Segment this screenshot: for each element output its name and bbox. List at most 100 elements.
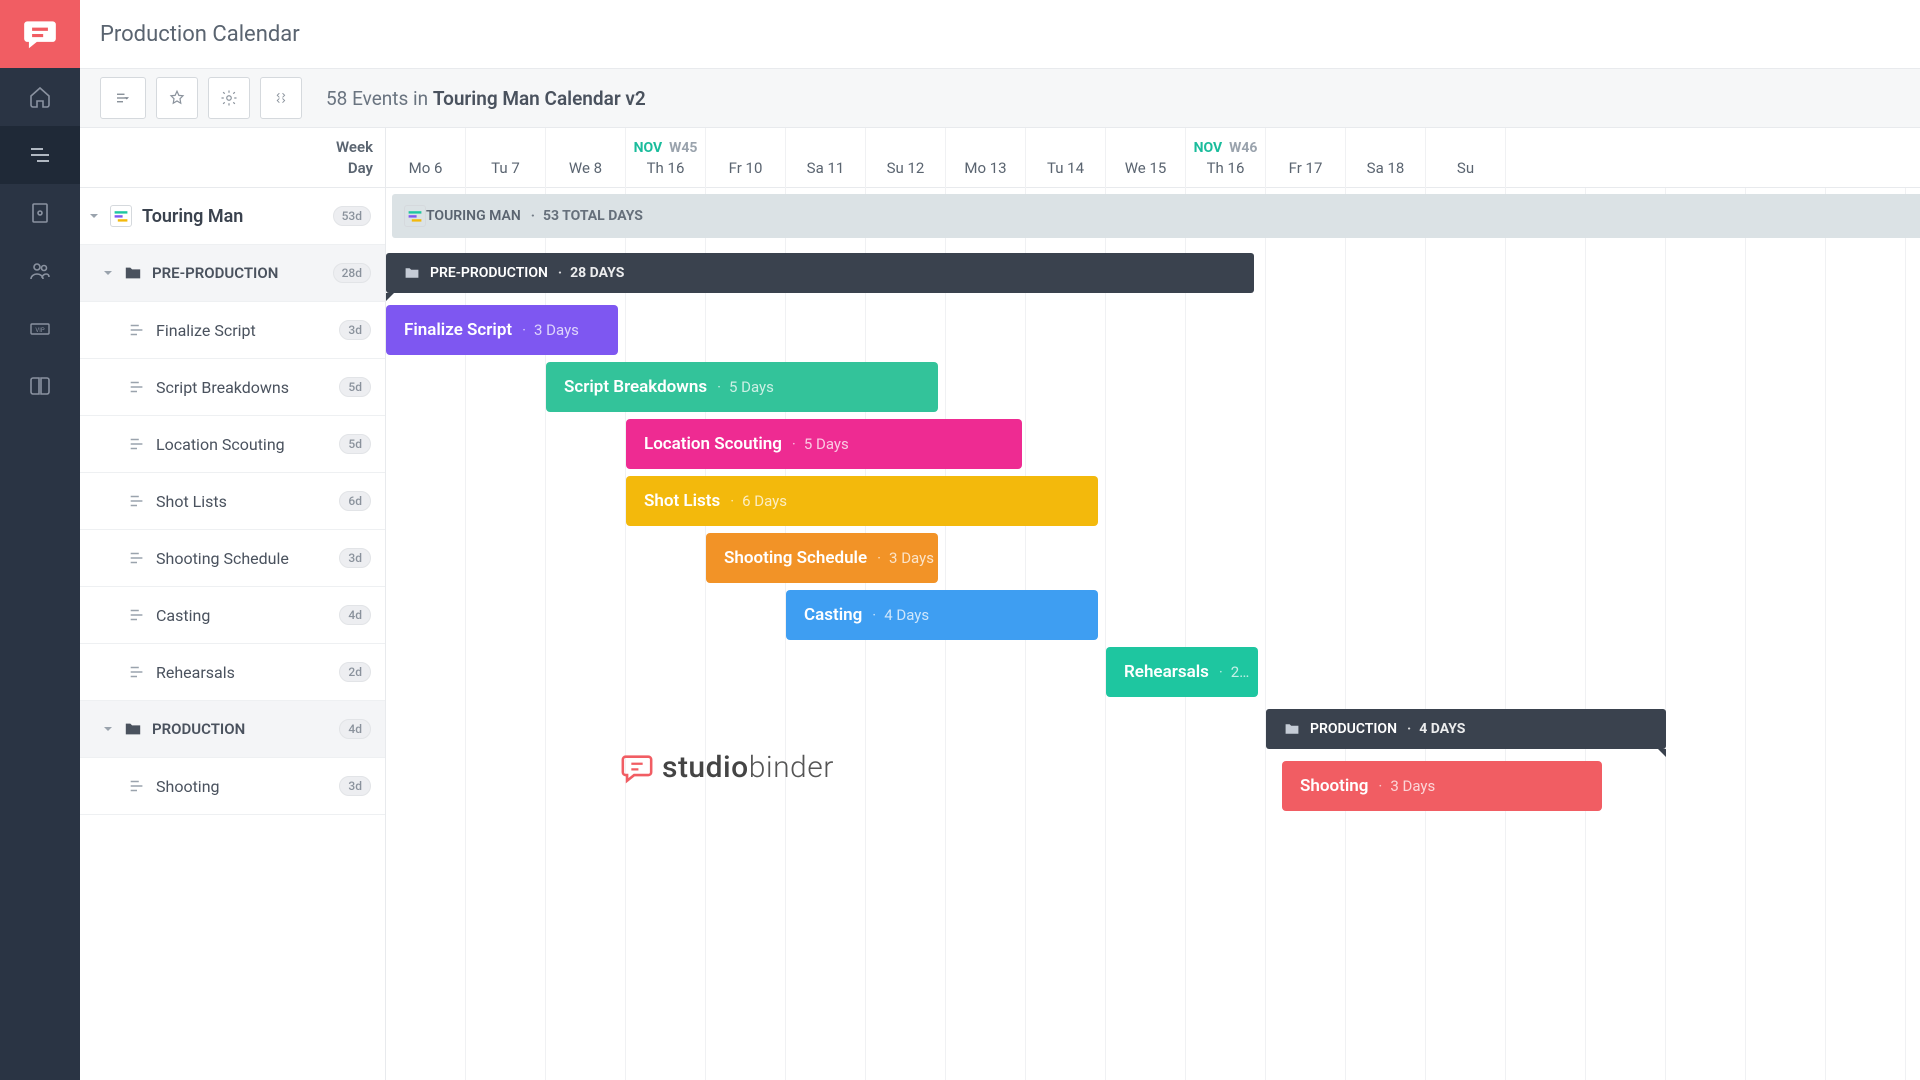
day-column[interactable]: Mo 6 bbox=[386, 128, 466, 188]
day-column[interactable]: Su 12 bbox=[866, 128, 946, 188]
project-name: Touring Man bbox=[142, 206, 333, 227]
watermark-light: binder bbox=[749, 750, 834, 785]
gantt-icon bbox=[28, 143, 52, 167]
day-label: Day bbox=[348, 159, 373, 177]
task-icon bbox=[128, 606, 146, 624]
task-icon bbox=[128, 435, 146, 453]
day-column[interactable]: Sa 11 bbox=[786, 128, 866, 188]
doc-icon bbox=[28, 201, 52, 225]
day-column[interactable]: Tu 7 bbox=[466, 128, 546, 188]
gear-icon bbox=[220, 89, 238, 107]
chevron-down-icon bbox=[86, 208, 102, 224]
header: Production Calendar bbox=[80, 0, 1920, 68]
project-row[interactable]: Touring Man53d bbox=[80, 188, 385, 245]
gantt-task-bar[interactable]: Casting4 Days bbox=[786, 590, 1098, 640]
nav-vip[interactable]: VIP bbox=[0, 300, 80, 358]
vip-icon: VIP bbox=[28, 317, 52, 341]
day-column[interactable]: We 15 bbox=[1106, 128, 1186, 188]
folder-icon bbox=[124, 720, 142, 738]
bar-title: Shot Lists bbox=[644, 491, 720, 511]
duration-badge: 53d bbox=[333, 206, 371, 226]
date-header-labels: Week Day bbox=[80, 128, 386, 187]
bar-subtitle: 6 Days bbox=[730, 492, 787, 510]
day-column[interactable]: NOV W46Th 16 bbox=[1186, 128, 1266, 188]
task-row[interactable]: Location Scouting5d bbox=[80, 416, 385, 473]
task-name: Shooting Schedule bbox=[156, 549, 339, 568]
task-name: Finalize Script bbox=[156, 321, 339, 340]
duration-badge: 3d bbox=[339, 776, 371, 796]
star-button[interactable] bbox=[156, 77, 198, 119]
chevron-down-icon bbox=[100, 721, 116, 737]
bar-subtitle: 3 Days bbox=[877, 549, 934, 567]
task-row[interactable]: Shot Lists6d bbox=[80, 473, 385, 530]
bar-title: Finalize Script bbox=[404, 320, 512, 340]
gantt-task-bar[interactable]: Shooting3 Days bbox=[1282, 761, 1602, 811]
gantt-project-header[interactable]: TOURING MAN53 TOTAL DAYS bbox=[392, 194, 1920, 238]
project-icon bbox=[404, 205, 426, 227]
duration-badge: 3d bbox=[339, 320, 371, 340]
duration-badge: 6d bbox=[339, 491, 371, 511]
app-logo[interactable] bbox=[0, 0, 80, 68]
day-column[interactable]: Mo 13 bbox=[946, 128, 1026, 188]
collapse-button[interactable] bbox=[260, 77, 302, 119]
gantt-phase-header[interactable]: PRODUCTION4 DAYS bbox=[1266, 709, 1666, 749]
nav-calendar[interactable] bbox=[0, 126, 80, 184]
gantt-task-bar[interactable]: Shooting Schedule3 Days bbox=[706, 533, 938, 583]
phase-row[interactable]: PRODUCTION4d bbox=[80, 701, 385, 758]
bar-subtitle: 4 Days bbox=[872, 606, 929, 624]
gantt-task-bar[interactable]: Finalize Script3 Days bbox=[386, 305, 618, 355]
task-icon bbox=[128, 663, 146, 681]
gantt-phase-header[interactable]: PRE-PRODUCTION28 DAYS bbox=[386, 253, 1254, 293]
nav-home[interactable] bbox=[0, 68, 80, 126]
task-row[interactable]: Finalize Script3d bbox=[80, 302, 385, 359]
bar-title: Shooting bbox=[1300, 776, 1368, 796]
task-name: Casting bbox=[156, 606, 339, 625]
chat-bubble-icon bbox=[620, 751, 654, 785]
task-row[interactable]: Rehearsals2d bbox=[80, 644, 385, 701]
day-column[interactable]: Su bbox=[1426, 128, 1506, 188]
bar-title: Script Breakdowns bbox=[564, 377, 707, 397]
star-icon bbox=[168, 89, 186, 107]
day-column[interactable]: Sa 18 bbox=[1346, 128, 1426, 188]
task-row[interactable]: Script Breakdowns5d bbox=[80, 359, 385, 416]
task-row[interactable]: Casting4d bbox=[80, 587, 385, 644]
phase-row[interactable]: PRE-PRODUCTION28d bbox=[80, 245, 385, 302]
gantt-task-bar[interactable]: Location Scouting5 Days bbox=[626, 419, 1022, 469]
day-column[interactable]: Fr 10 bbox=[706, 128, 786, 188]
task-row[interactable]: Shooting3d bbox=[80, 758, 385, 815]
bars-icon bbox=[114, 89, 132, 107]
gantt-area[interactable]: TOURING MAN53 TOTAL DAYS PRE-PRODUCTION28… bbox=[386, 188, 1920, 1080]
bar-title: Location Scouting bbox=[644, 434, 782, 454]
settings-button[interactable] bbox=[208, 77, 250, 119]
nav-documents[interactable] bbox=[0, 184, 80, 242]
day-column[interactable]: Tu 14 bbox=[1026, 128, 1106, 188]
date-header: Week Day Mo 6Tu 7We 8NOV W45Th 16Fr 10Sa… bbox=[80, 128, 1920, 188]
date-columns: Mo 6Tu 7We 8NOV W45Th 16Fr 10Sa 11Su 12M… bbox=[386, 128, 1920, 187]
gantt-task-bar[interactable]: Rehearsals2… bbox=[1106, 647, 1258, 697]
week-label: Week bbox=[336, 138, 373, 156]
task-name: Shooting bbox=[156, 777, 339, 796]
nav: VIP bbox=[0, 68, 80, 416]
task-row[interactable]: Shooting Schedule3d bbox=[80, 530, 385, 587]
day-column[interactable]: NOV W45Th 16 bbox=[626, 128, 706, 188]
day-column[interactable]: We 8 bbox=[546, 128, 626, 188]
watermark: studiobinder bbox=[620, 750, 834, 785]
folder-icon bbox=[1284, 721, 1300, 737]
svg-text:VIP: VIP bbox=[35, 327, 44, 334]
side-rail: VIP bbox=[0, 0, 80, 1080]
bar-title: PRODUCTION bbox=[1310, 721, 1397, 737]
bar-subtitle: 5 Days bbox=[717, 378, 774, 396]
task-name: Location Scouting bbox=[156, 435, 339, 454]
people-icon bbox=[28, 259, 52, 283]
task-icon bbox=[128, 378, 146, 396]
task-tree: Touring Man53dPRE-PRODUCTION28dFinalize … bbox=[80, 188, 386, 1080]
gantt-task-bar[interactable]: Shot Lists 6 Days bbox=[626, 476, 1098, 526]
duration-badge: 4d bbox=[339, 605, 371, 625]
nav-contacts[interactable] bbox=[0, 242, 80, 300]
bar-title: PRE-PRODUCTION bbox=[430, 265, 548, 281]
gantt-task-bar[interactable]: Script Breakdowns 5 Days bbox=[546, 362, 938, 412]
view-mode-button[interactable] bbox=[100, 77, 146, 119]
chevron-down-icon bbox=[100, 265, 116, 281]
day-column[interactable]: Fr 17 bbox=[1266, 128, 1346, 188]
nav-library[interactable] bbox=[0, 358, 80, 416]
